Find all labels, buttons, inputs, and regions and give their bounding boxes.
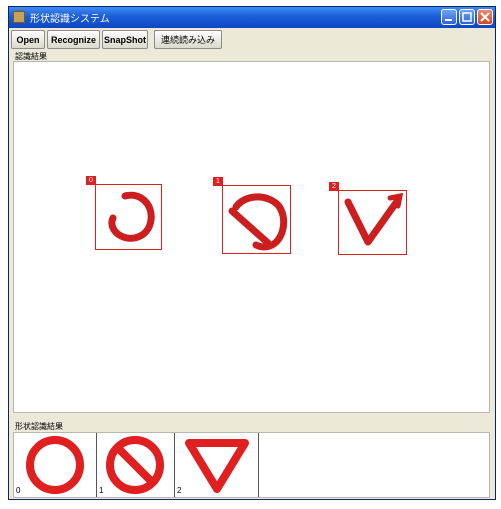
recognition-canvas: 0 1 2 bbox=[13, 61, 490, 413]
app-icon bbox=[13, 11, 25, 23]
close-icon bbox=[480, 12, 490, 22]
app-window: 形状認識システム Open Recognize SnapShot 連続読み込み … bbox=[8, 6, 496, 500]
maximize-icon bbox=[462, 12, 472, 22]
recognize-button[interactable]: Recognize bbox=[47, 30, 100, 49]
result-cell-2[interactable]: 2 bbox=[175, 433, 259, 497]
title-bar[interactable]: 形状認識システム bbox=[9, 7, 495, 28]
results-label: 形状認識結果 bbox=[15, 422, 63, 431]
result-cell-0[interactable]: 0 bbox=[14, 433, 97, 497]
snapshot-button[interactable]: SnapShot bbox=[102, 30, 148, 49]
window-title: 形状認識システム bbox=[30, 14, 110, 25]
v-stroke-icon bbox=[344, 192, 404, 246]
open-button[interactable]: Open bbox=[11, 30, 45, 49]
result-index: 2 bbox=[177, 486, 182, 495]
minimize-icon bbox=[445, 19, 452, 21]
continuous-load-button[interactable]: 連続読み込み bbox=[154, 30, 222, 49]
no-entry-stroke-icon bbox=[228, 193, 288, 251]
maximize-button[interactable] bbox=[459, 9, 475, 25]
shape-results-strip: 0 1 2 bbox=[13, 432, 490, 498]
circle-stroke-icon bbox=[108, 191, 155, 242]
minimize-button[interactable] bbox=[441, 9, 457, 25]
result-index: 0 bbox=[16, 486, 21, 495]
triangle-icon bbox=[185, 439, 249, 493]
prohibition-icon bbox=[106, 436, 164, 494]
close-button[interactable] bbox=[477, 9, 493, 25]
result-index: 1 bbox=[99, 486, 104, 495]
circle-icon bbox=[26, 436, 84, 494]
result-cell-1[interactable]: 1 bbox=[97, 433, 175, 497]
